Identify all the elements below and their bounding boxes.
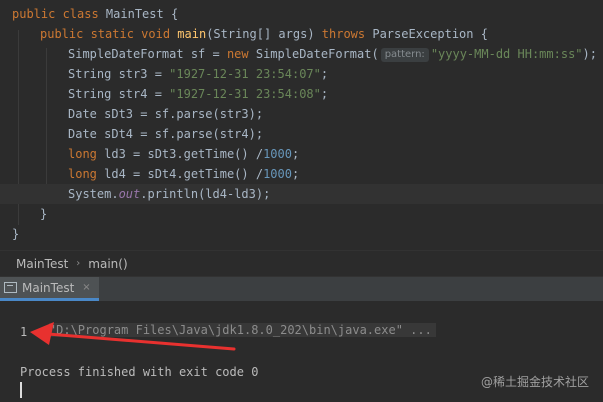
breadcrumb: MainTest › main() xyxy=(0,250,603,276)
console-icon xyxy=(4,282,17,293)
code-token: main xyxy=(177,27,207,41)
code-token: .println(ld4-ld3); xyxy=(140,187,271,201)
code-token: ; xyxy=(291,147,300,161)
breadcrumb-class[interactable]: MainTest xyxy=(16,257,68,271)
code-line[interactable]: Date sDt4 = sf.parse(str4); xyxy=(68,124,263,144)
code-line[interactable]: long ld3 = sDt3.getTime() /1000; xyxy=(68,144,299,164)
breadcrumb-method[interactable]: main() xyxy=(88,257,127,271)
code-token: long xyxy=(68,167,105,181)
chevron-right-icon: › xyxy=(76,258,81,269)
run-console[interactable]: "D:\Program Files\Java\jdk1.8.0_202\bin\… xyxy=(0,301,603,402)
code-line[interactable]: public static void main(String[] args) t… xyxy=(40,24,488,44)
watermark: @稀土掘金技术社区 xyxy=(480,375,589,389)
code-token: 1000 xyxy=(263,147,292,161)
code-line[interactable]: } xyxy=(12,224,19,244)
code-token: Date sDt3 = sf.parse(str3); xyxy=(68,107,264,121)
code-token: } xyxy=(12,227,20,241)
code-token: "1927-12-31 23:54:07" xyxy=(169,67,321,81)
code-token: "yyyy-MM-dd HH:mm:ss" xyxy=(430,47,583,61)
code-line-current[interactable]: System.out.println(ld4-ld3); xyxy=(0,184,603,204)
code-token: throws xyxy=(321,27,373,41)
code-token: new xyxy=(226,47,256,61)
code-token: ld4 = sDt4.getTime() / xyxy=(104,167,264,181)
code-token: long xyxy=(68,147,105,161)
code-line[interactable]: SimpleDateFormat sf = new SimpleDateForm… xyxy=(68,44,597,64)
code-token: 1000 xyxy=(263,167,292,181)
code-token: SimpleDateFormat( xyxy=(255,47,379,61)
parameter-hint: pattern: xyxy=(380,48,429,62)
code-editor[interactable]: public class MainTest { public static vo… xyxy=(0,0,603,250)
run-tool-window-tabs: MainTest × xyxy=(0,276,603,301)
close-icon[interactable]: × xyxy=(82,282,90,293)
code-line[interactable]: String str3 = "1927-12-31 23:54:07"; xyxy=(68,64,328,84)
tab-run-maintest[interactable]: MainTest × xyxy=(0,277,99,301)
code-token: ; xyxy=(320,67,329,81)
code-token: ; xyxy=(320,87,329,101)
code-line[interactable]: } xyxy=(40,204,47,224)
code-token: ld3 = sDt3.getTime() / xyxy=(104,147,264,161)
code-line[interactable]: String str4 = "1927-12-31 23:54:08"; xyxy=(68,84,328,104)
code-token: String str3 = xyxy=(68,67,170,81)
code-token: Date sDt4 = sf.parse(str4); xyxy=(68,127,264,141)
code-token: SimpleDateFormat sf = xyxy=(68,47,227,61)
tab-label: MainTest xyxy=(22,280,75,295)
code-token: public class xyxy=(12,7,106,21)
code-token: } xyxy=(40,207,48,221)
code-token: ; xyxy=(291,167,300,181)
code-token: ParseException { xyxy=(372,27,488,41)
code-token: ); xyxy=(582,47,597,61)
code-token: (String[] args) xyxy=(206,27,322,41)
code-token: System. xyxy=(68,187,119,201)
code-line[interactable]: public class MainTest { xyxy=(12,4,178,24)
code-token: "1927-12-31 23:54:08" xyxy=(169,87,321,101)
code-line[interactable]: Date sDt3 = sf.parse(str3); xyxy=(68,104,263,124)
code-token: MainTest { xyxy=(105,7,179,21)
indent-guide xyxy=(46,48,47,198)
code-token: public static void xyxy=(40,27,178,41)
code-line[interactable]: long ld4 = sDt4.getTime() /1000; xyxy=(68,164,299,184)
code-token: out xyxy=(118,187,141,201)
code-token: String str4 = xyxy=(68,87,170,101)
